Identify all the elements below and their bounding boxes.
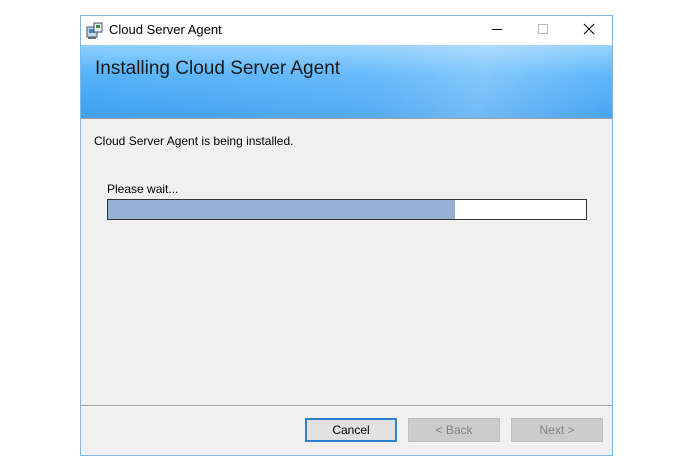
banner-glow [81,45,612,118]
minimize-icon [491,22,503,40]
close-icon [583,22,595,40]
maximize-icon [537,22,549,40]
maximize-button[interactable] [520,16,566,45]
installer-icon [86,22,104,40]
cancel-button[interactable]: Cancel [305,418,397,442]
window-title: Cloud Server Agent [109,22,222,37]
next-button[interactable]: Next > [511,418,603,442]
close-button[interactable] [566,16,612,45]
install-progress-bar [107,199,587,220]
installer-window: Cloud Server Agent Installing Cloud Serv… [80,15,613,456]
title-bar[interactable]: Cloud Server Agent [81,16,612,45]
please-wait-label: Please wait... [107,182,179,196]
progress-fill [108,200,455,219]
install-status-text: Cloud Server Agent is being installed. [94,134,294,148]
back-button[interactable]: < Back [408,418,500,442]
minimize-button[interactable] [474,16,520,45]
header-banner: Installing Cloud Server Agent [81,45,612,119]
footer-divider [81,405,612,407]
banner-title: Installing Cloud Server Agent [95,58,341,79]
